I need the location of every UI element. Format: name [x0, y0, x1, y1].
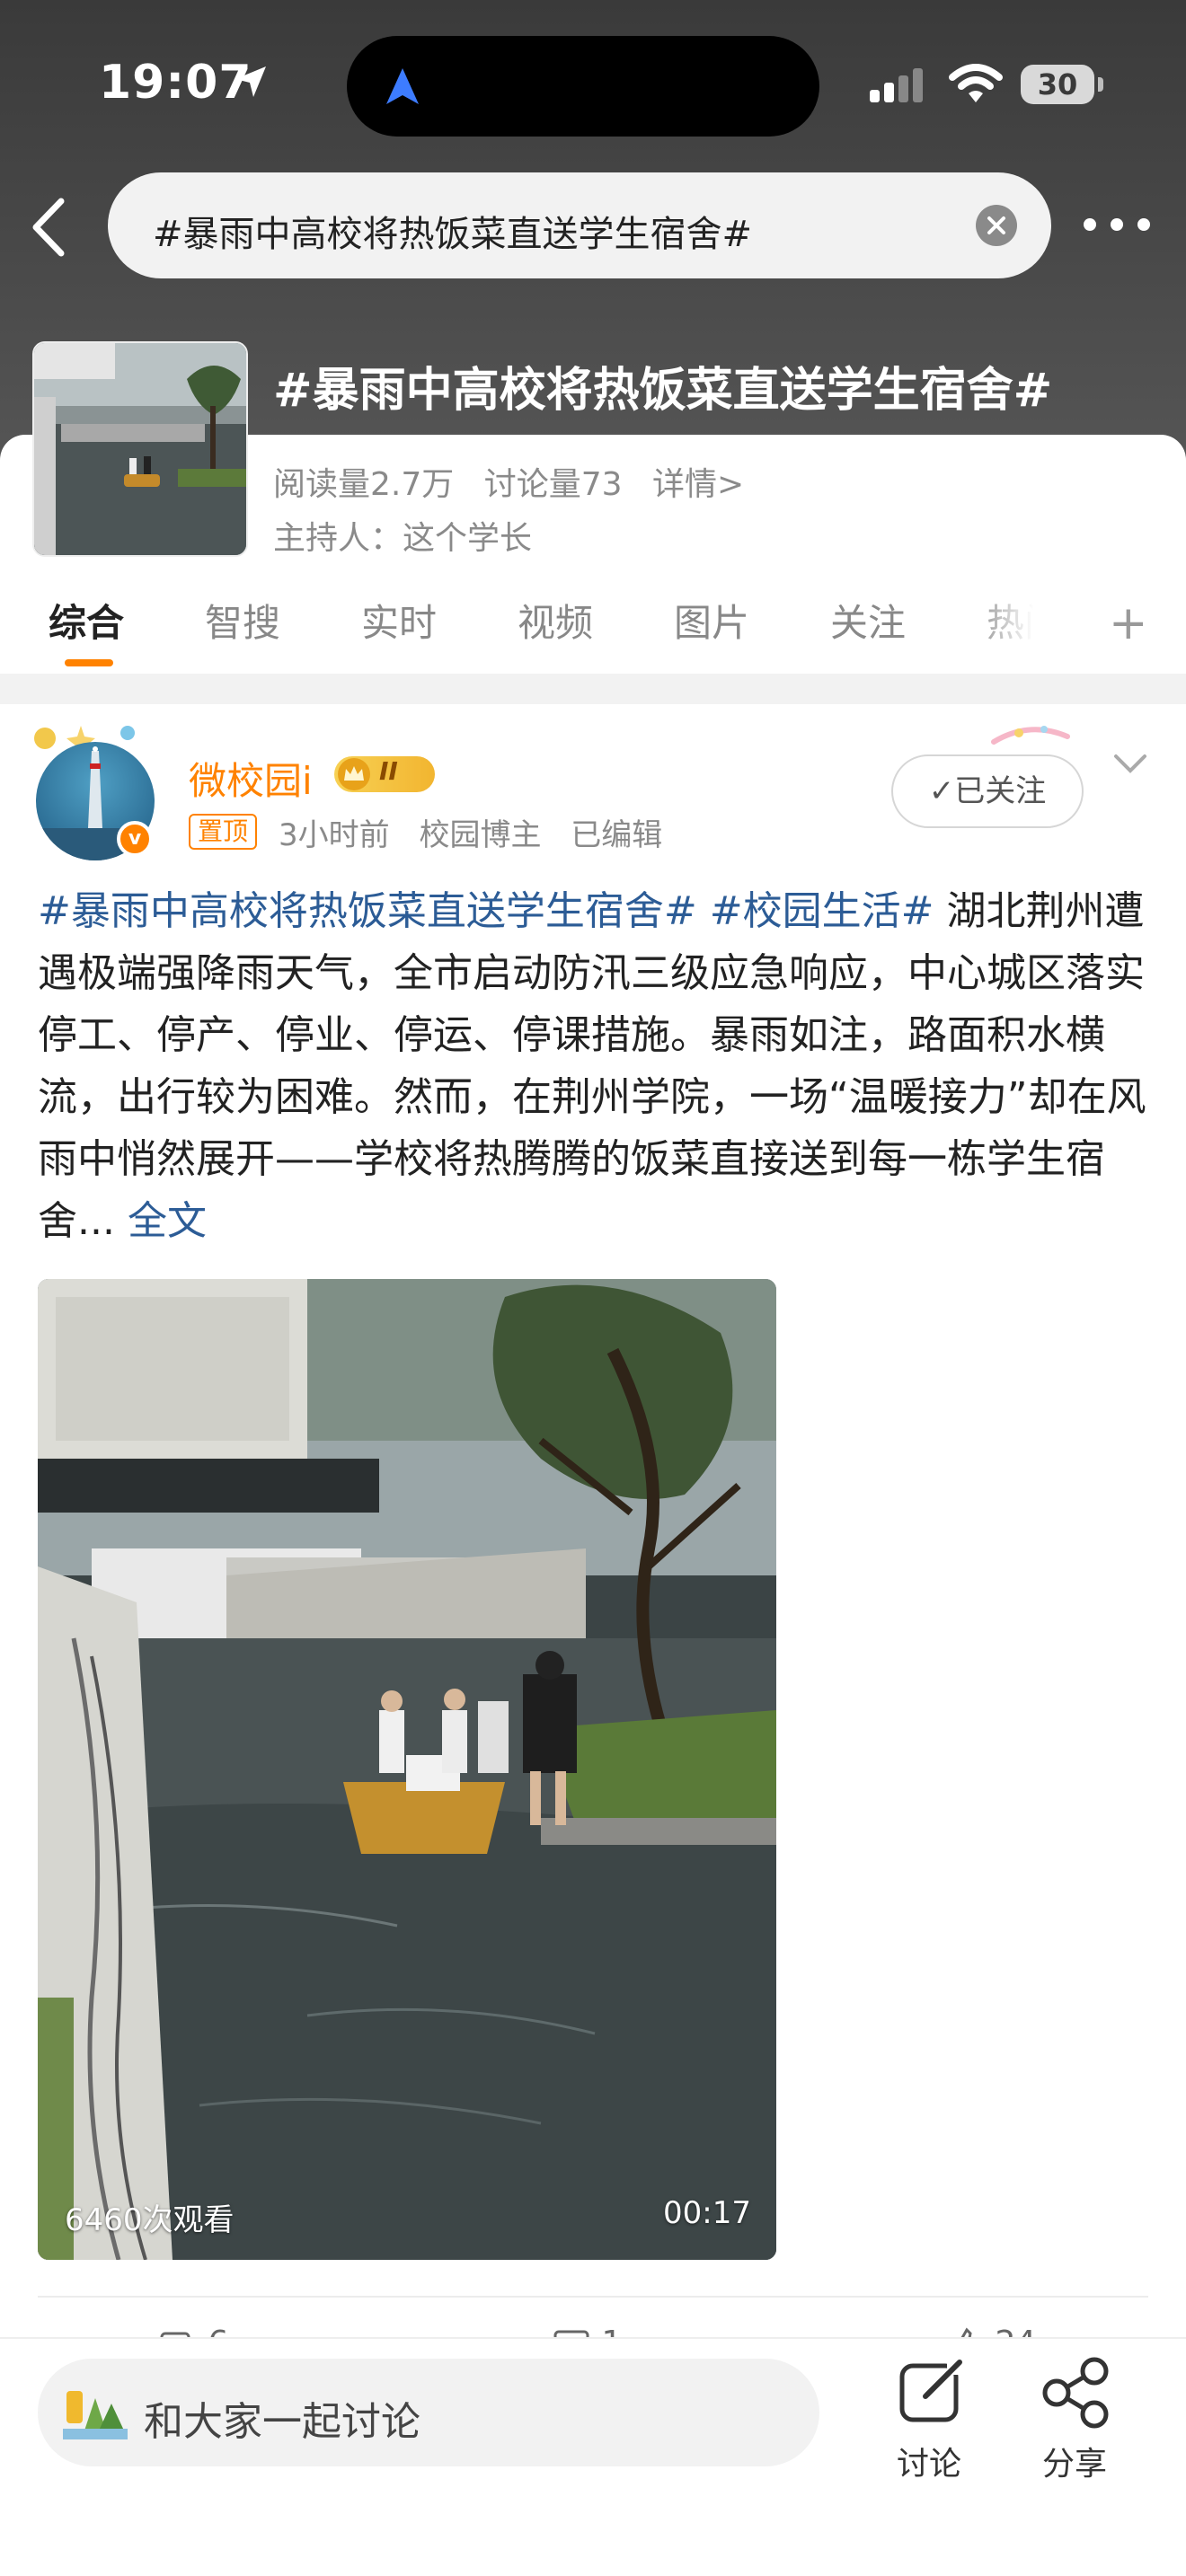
- post-action-row: 6 1 24: [38, 2296, 1148, 2341]
- location-arrow-icon: [232, 63, 270, 104]
- hashtag-link[interactable]: #校园生活#: [710, 888, 934, 934]
- add-tab-button[interactable]: +: [1109, 596, 1148, 650]
- vip-badge: II: [334, 756, 435, 792]
- post-time: 3小时前: [279, 817, 390, 853]
- tab-video[interactable]: 视频: [518, 593, 593, 648]
- more-dot: [1111, 218, 1123, 231]
- back-arrow-icon: [32, 198, 65, 257]
- post-source: 校园博主: [419, 817, 542, 853]
- read-count: 阅读量2.7万: [273, 466, 455, 503]
- post-body-text: 湖北荆州遭遇极端强降雨天气，全市启动防汛三级应急响应，中心城区落实停工、停产、停…: [38, 888, 1146, 1244]
- search-query-text: #暴雨中高校将热饭菜直送学生宿舍#: [153, 214, 753, 255]
- discuss-button[interactable]: 讨论: [875, 2350, 983, 2483]
- video-view-count: 6460次观看: [65, 2202, 235, 2238]
- tab-realtime[interactable]: 实时: [361, 593, 437, 648]
- share-button[interactable]: 分享: [1021, 2350, 1128, 2483]
- discussion-count: 讨论量73: [483, 466, 623, 503]
- back-button[interactable]: [25, 196, 72, 259]
- battery-indicator: 30: [1021, 65, 1094, 104]
- edit-icon: [899, 2357, 962, 2422]
- post-edited: 已编辑: [571, 817, 663, 853]
- post-body: #暴雨中高校将热饭菜直送学生宿舍# #校园生活# 湖北荆州遭遇极端强降雨天气，全…: [38, 880, 1152, 1252]
- tab-following[interactable]: 关注: [830, 593, 906, 648]
- crown-icon: [338, 758, 370, 790]
- wifi-icon: [949, 63, 1003, 108]
- bottom-bar: 和大家一起讨论 讨论 分享: [0, 2337, 1186, 2576]
- following-button[interactable]: ✓已关注: [891, 754, 1084, 828]
- search-input[interactable]: #暴雨中高校将热饭菜直送学生宿舍#: [108, 172, 1051, 278]
- topic-thumbnail[interactable]: [32, 341, 248, 557]
- topic-title: #暴雨中高校将热饭菜直送学生宿舍#: [273, 364, 1053, 418]
- share-icon: [1042, 2357, 1109, 2429]
- more-dot: [1137, 218, 1150, 231]
- discuss-label: 讨论: [896, 2446, 961, 2483]
- verified-badge-icon: v: [117, 821, 153, 857]
- read-more-link[interactable]: 全文: [128, 1198, 207, 1244]
- battery-tip: [1098, 77, 1103, 92]
- follow-decoration-icon: [985, 715, 1075, 751]
- vip-level: II: [379, 756, 398, 786]
- cellular-signal-icon: [870, 68, 927, 108]
- more-dot: [1084, 218, 1096, 231]
- video-duration: 00:17: [663, 2195, 751, 2231]
- comment-input[interactable]: 和大家一起讨论: [38, 2359, 819, 2466]
- comment-placeholder: 和大家一起讨论: [144, 2399, 420, 2445]
- hashtag-link[interactable]: #暴雨中高校将热饭菜直送学生宿舍#: [38, 888, 697, 934]
- tab-images[interactable]: 图片: [674, 593, 749, 648]
- video-thumbnail: [38, 1279, 776, 2260]
- tab-comprehensive[interactable]: 综合: [49, 593, 124, 648]
- user-avatar: [63, 2386, 128, 2439]
- share-label: 分享: [1041, 2446, 1107, 2483]
- result-tabs: 综合 智搜 实时 视频 图片 关注 热门 +: [0, 584, 1186, 674]
- close-icon: [987, 216, 1005, 234]
- tab-fade: [970, 584, 1060, 665]
- tab-smart-search[interactable]: 智搜: [205, 593, 280, 648]
- dynamic-island: [347, 36, 819, 137]
- navigation-icon: [385, 66, 420, 110]
- clear-search-button[interactable]: [976, 205, 1017, 246]
- pinned-tag: 置顶: [189, 814, 258, 850]
- video-player[interactable]: 6460次观看 00:17: [38, 1279, 776, 2260]
- more-options-button[interactable]: [1084, 210, 1155, 237]
- section-divider: [0, 674, 1186, 704]
- author-name[interactable]: 微校园i: [189, 751, 313, 806]
- status-bar: 19:07 30: [0, 0, 1186, 171]
- active-tab-indicator: [65, 659, 113, 666]
- topic-stats: 阅读量2.7万 讨论量73 详情>: [273, 458, 764, 505]
- chevron-down-icon[interactable]: [1112, 751, 1148, 781]
- details-link[interactable]: 详情>: [652, 466, 744, 503]
- status-time: 19:07: [99, 56, 252, 110]
- topic-host: 主持人：这个学长: [273, 520, 533, 557]
- post-meta: 3小时前 校园博主 已编辑: [279, 810, 682, 854]
